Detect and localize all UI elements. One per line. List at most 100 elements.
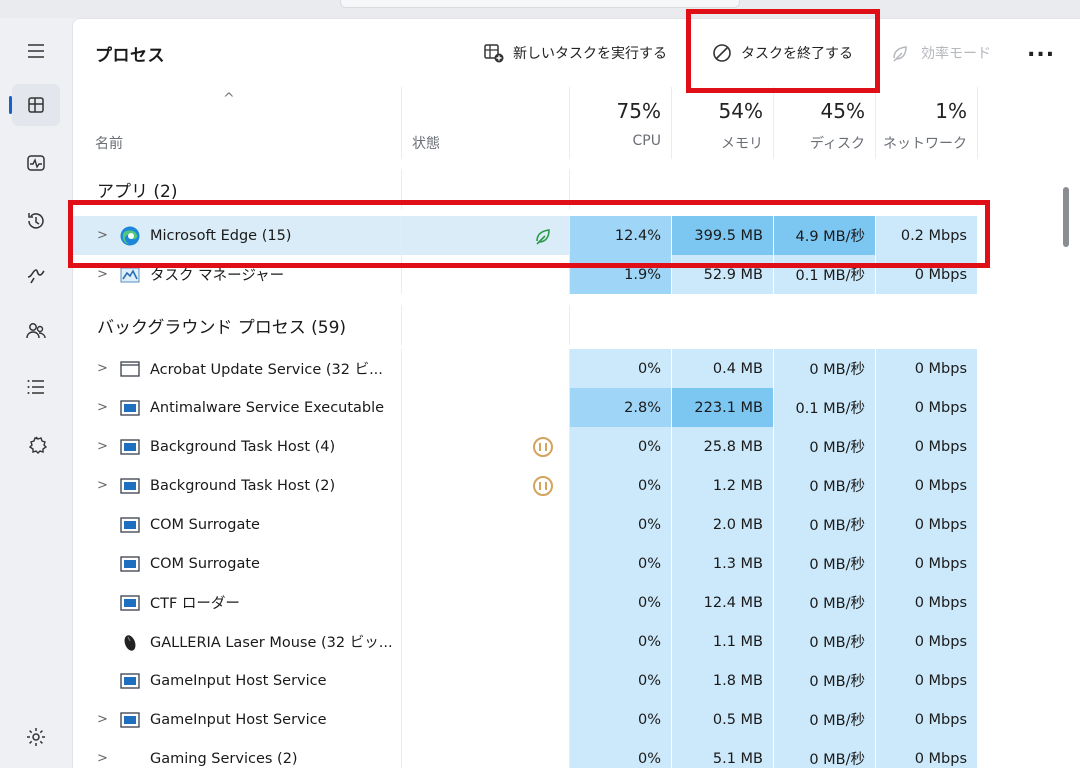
efficiency-mode-button[interactable]: 効率モード bbox=[891, 39, 991, 67]
table-row[interactable]: > Background Task Host (4) 0% 25.8 MB 0 … bbox=[73, 427, 1080, 466]
new-task-button[interactable]: 新しいタスクを実行する bbox=[483, 39, 667, 67]
nav-startup-apps[interactable] bbox=[12, 254, 60, 296]
service-icon bbox=[120, 438, 140, 455]
process-name: COM Surrogate bbox=[150, 516, 260, 533]
disk-value: 0 MB/秒 bbox=[774, 739, 876, 768]
sort-caret-icon: ^ bbox=[223, 91, 235, 107]
column-header-network[interactable]: 1% ネットワーク bbox=[876, 87, 978, 159]
cpu-value: 0% bbox=[570, 583, 672, 622]
expand-chevron-icon[interactable]: > bbox=[97, 751, 119, 766]
expand-chevron-icon[interactable]: > bbox=[97, 439, 119, 454]
table-row[interactable]: COM Surrogate 0% 2.0 MB 0 MB/秒 0 Mbps bbox=[73, 505, 1080, 544]
process-name: Gaming Services (2) bbox=[150, 750, 298, 767]
efficiency-mode-label: 効率モード bbox=[921, 46, 991, 62]
process-name: GALLERIA Laser Mouse (32 ビッ... bbox=[150, 635, 393, 651]
suspended-icon bbox=[533, 436, 553, 457]
service-icon bbox=[120, 672, 140, 689]
process-name: CTF ローダー bbox=[150, 596, 240, 612]
process-name: GameInput Host Service bbox=[150, 711, 327, 728]
cpu-value: 0% bbox=[570, 739, 672, 768]
column-header-status[interactable]: 状態 bbox=[401, 87, 570, 159]
window-tab-edge bbox=[340, 0, 740, 8]
nav-performance[interactable] bbox=[12, 142, 60, 184]
cpu-total: 75% bbox=[616, 99, 661, 123]
table-row[interactable]: GALLERIA Laser Mouse (32 ビッ... 0% 1.1 MB… bbox=[73, 622, 1080, 661]
cpu-value: 2.8% bbox=[570, 388, 672, 427]
services-icon bbox=[28, 436, 47, 454]
highlight-end-task bbox=[686, 9, 880, 93]
memory-value: 1.2 MB bbox=[672, 466, 774, 505]
expand-chevron-icon[interactable]: > bbox=[97, 712, 119, 727]
memory-value: 1.3 MB bbox=[672, 544, 774, 583]
disk-value: 0 MB/秒 bbox=[774, 505, 876, 544]
vertical-scrollbar[interactable] bbox=[1063, 187, 1069, 247]
memory-value: 1.8 MB bbox=[672, 661, 774, 700]
table-row[interactable]: > GameInput Host Service 0% 0.5 MB 0 MB/… bbox=[73, 700, 1080, 739]
table-row[interactable]: CTF ローダー 0% 12.4 MB 0 MB/秒 0 Mbps bbox=[73, 583, 1080, 622]
menu-icon bbox=[28, 44, 44, 58]
memory-value: 25.8 MB bbox=[672, 427, 774, 466]
expand-chevron-icon[interactable]: > bbox=[97, 267, 119, 282]
main-panel: プロセス 新しいタスクを実行する タスクを終了する 効率モード ... ^ 名前… bbox=[72, 18, 1080, 768]
cpu-value: 0% bbox=[570, 505, 672, 544]
network-value: 0 Mbps bbox=[876, 388, 978, 427]
network-total: 1% bbox=[935, 99, 967, 123]
column-header-memory[interactable]: 54% メモリ bbox=[672, 87, 774, 159]
cpu-value: 0% bbox=[570, 427, 672, 466]
highlight-edge-row bbox=[68, 200, 990, 268]
group-apps-label: アプリ (2) bbox=[97, 181, 178, 202]
nav-details[interactable] bbox=[12, 366, 60, 408]
expand-chevron-icon[interactable]: > bbox=[97, 400, 119, 415]
toolbar: プロセス 新しいタスクを実行する タスクを終了する 効率モード ... bbox=[73, 19, 1080, 87]
disk-total: 45% bbox=[820, 99, 865, 123]
new-task-label: 新しいタスクを実行する bbox=[513, 46, 667, 62]
service-icon bbox=[120, 516, 140, 533]
more-options-button[interactable]: ... bbox=[1027, 35, 1055, 63]
nav-app-history[interactable] bbox=[12, 200, 60, 242]
disk-value: 0 MB/秒 bbox=[774, 661, 876, 700]
table-row[interactable]: > Background Task Host (2) 0% 1.2 MB 0 M… bbox=[73, 466, 1080, 505]
memory-value: 2.0 MB bbox=[672, 505, 774, 544]
disk-value: 0 MB/秒 bbox=[774, 466, 876, 505]
process-name: Antimalware Service Executable bbox=[150, 399, 385, 416]
network-value: 0 Mbps bbox=[876, 700, 978, 739]
table-row[interactable]: > Gaming Services (2) 0% 5.1 MB 0 MB/秒 0… bbox=[73, 739, 1080, 768]
service-icon bbox=[120, 594, 140, 611]
nav-services[interactable] bbox=[12, 424, 60, 466]
column-memory-label: メモリ bbox=[721, 136, 763, 152]
disk-value: 0 MB/秒 bbox=[774, 622, 876, 661]
menu-button[interactable] bbox=[12, 30, 60, 72]
group-header-background: バックグラウンド プロセス (59) bbox=[73, 305, 1080, 345]
column-header-cpu[interactable]: 75% CPU bbox=[570, 87, 672, 159]
nav-processes[interactable] bbox=[9, 84, 60, 126]
cpu-value: 0% bbox=[570, 700, 672, 739]
disk-value: 0 MB/秒 bbox=[774, 700, 876, 739]
table-row[interactable]: GameInput Host Service 0% 1.8 MB 0 MB/秒 … bbox=[73, 661, 1080, 700]
table-row[interactable]: > Antimalware Service Executable 2.8% 22… bbox=[73, 388, 1080, 427]
settings-icon bbox=[27, 728, 45, 746]
network-value: 0 Mbps bbox=[876, 661, 978, 700]
column-name-label: 名前 bbox=[95, 136, 123, 152]
details-icon bbox=[27, 380, 44, 394]
service-icon bbox=[120, 399, 140, 416]
column-header-disk[interactable]: 45% ディスク bbox=[774, 87, 876, 159]
memory-value: 1.1 MB bbox=[672, 622, 774, 661]
column-header-name[interactable]: ^ 名前 bbox=[73, 87, 401, 159]
network-value: 0 Mbps bbox=[876, 622, 978, 661]
cpu-value: 0% bbox=[570, 466, 672, 505]
expand-chevron-icon[interactable]: > bbox=[97, 478, 119, 493]
memory-value: 12.4 MB bbox=[672, 583, 774, 622]
processes-icon bbox=[28, 97, 44, 113]
disk-value: 0 MB/秒 bbox=[774, 544, 876, 583]
expand-chevron-icon[interactable]: > bbox=[97, 361, 119, 376]
column-status-label: 状態 bbox=[412, 136, 440, 152]
table-row[interactable]: > Acrobat Update Service (32 ビ... 0% 0.4… bbox=[73, 349, 1080, 388]
group-background-label: バックグラウンド プロセス (59) bbox=[97, 317, 347, 338]
service-icon bbox=[120, 477, 140, 494]
column-network-label: ネットワーク bbox=[883, 136, 967, 152]
memory-value: 5.1 MB bbox=[672, 739, 774, 768]
table-row[interactable]: COM Surrogate 0% 1.3 MB 0 MB/秒 0 Mbps bbox=[73, 544, 1080, 583]
cpu-value: 0% bbox=[570, 349, 672, 388]
nav-settings[interactable] bbox=[12, 716, 60, 758]
nav-users[interactable] bbox=[12, 310, 60, 352]
